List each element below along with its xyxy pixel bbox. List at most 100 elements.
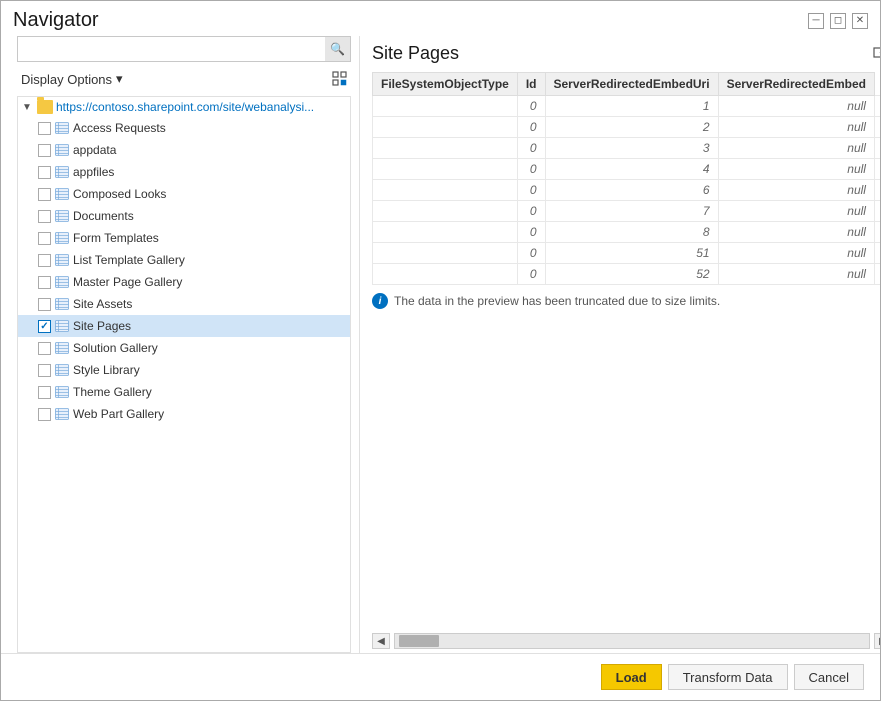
cancel-button[interactable]: Cancel: [794, 664, 864, 690]
maximize-button[interactable]: ◻: [830, 13, 846, 29]
tree-item-checkbox[interactable]: [38, 188, 51, 201]
window-title: Navigator: [13, 9, 99, 32]
display-options-button[interactable]: Display Options ▾: [17, 69, 127, 89]
scroll-thumb[interactable]: [399, 635, 439, 647]
left-panel: 🔍 Display Options ▾ ▼: [17, 36, 359, 653]
tree-item[interactable]: Site Assets: [18, 293, 350, 315]
cell-id-val: 0: [517, 117, 545, 138]
tree-item-checkbox[interactable]: [38, 210, 51, 223]
truncate-text: The data in the preview has been truncat…: [394, 294, 720, 308]
data-table-container: FileSystemObjectTypeId ServerRedirectedEm…: [372, 72, 880, 629]
tree-item-checkbox[interactable]: [38, 342, 51, 355]
transform-data-button[interactable]: Transform Data: [668, 664, 788, 690]
tree-item[interactable]: Master Page Gallery: [18, 271, 350, 293]
select-related-icon: [332, 71, 348, 87]
cell-server-embed: [874, 201, 880, 222]
table-header-row: FileSystemObjectTypeId ServerRedirectedEm…: [373, 73, 881, 96]
cell-server-uri: null: [718, 201, 874, 222]
cell-filesystem-type: [373, 201, 518, 222]
horizontal-scrollbar[interactable]: ◀ ▶: [372, 629, 880, 653]
cell-id-val: 0: [517, 138, 545, 159]
tree-item-checkbox[interactable]: [38, 320, 51, 333]
tree-item-label: Master Page Gallery: [73, 275, 182, 289]
cell-server-uri: null: [718, 243, 874, 264]
cell-server-uri: null: [718, 117, 874, 138]
list-icon: [54, 231, 70, 245]
tree-item-checkbox[interactable]: [38, 232, 51, 245]
minimize-button[interactable]: ─: [808, 13, 824, 29]
cell-id-val: 0: [517, 201, 545, 222]
tree-item[interactable]: Style Library: [18, 359, 350, 381]
scroll-right-button[interactable]: ▶: [874, 633, 880, 649]
tree-root-item[interactable]: ▼ https://contoso.sharepoint.com/site/we…: [18, 97, 350, 117]
tree-item-checkbox[interactable]: [38, 166, 51, 179]
cell-server-uri: null: [718, 159, 874, 180]
scroll-track[interactable]: [394, 633, 870, 649]
tree-item-checkbox[interactable]: [38, 122, 51, 135]
cell-server-uri: null: [718, 96, 874, 117]
tree-container[interactable]: ▼ https://contoso.sharepoint.com/site/we…: [17, 96, 351, 653]
cell-server-embed: [874, 222, 880, 243]
tree-item-checkbox[interactable]: [38, 144, 51, 157]
list-icon: [54, 187, 70, 201]
cell-id-num: 4: [545, 159, 718, 180]
tree-item[interactable]: Web Part Gallery: [18, 403, 350, 425]
tree-item[interactable]: Form Templates: [18, 227, 350, 249]
info-icon: i: [372, 293, 388, 309]
cell-filesystem-type: [373, 117, 518, 138]
cell-server-embed: [874, 264, 880, 285]
cell-id-val: 0: [517, 180, 545, 201]
tree-item-checkbox[interactable]: [38, 364, 51, 377]
load-button[interactable]: Load: [601, 664, 662, 690]
cell-server-embed: [874, 117, 880, 138]
tree-item-label: appfiles: [73, 165, 114, 179]
table-row: 03null: [373, 138, 881, 159]
search-input[interactable]: [17, 36, 351, 62]
tree-item[interactable]: Documents: [18, 205, 350, 227]
tree-item[interactable]: appfiles: [18, 161, 350, 183]
list-icon: [54, 253, 70, 267]
tree-item[interactable]: Composed Looks: [18, 183, 350, 205]
tree-item-label: Site Pages: [73, 319, 131, 333]
list-icon: [54, 143, 70, 157]
search-button[interactable]: 🔍: [325, 36, 351, 62]
tree-item[interactable]: Site Pages: [18, 315, 350, 337]
list-icon: [54, 121, 70, 135]
column-header-col2: Id: [517, 73, 545, 96]
column-header-col4: ServerRedirectedEmbed: [718, 73, 874, 96]
cell-filesystem-type: [373, 159, 518, 180]
table-row: 02null: [373, 117, 881, 138]
table-row: 06null: [373, 180, 881, 201]
tree-item-checkbox[interactable]: [38, 386, 51, 399]
tree-item[interactable]: Access Requests: [18, 117, 350, 139]
close-button[interactable]: ✕: [852, 13, 868, 29]
tree-item[interactable]: Solution Gallery: [18, 337, 350, 359]
tree-item[interactable]: Theme Gallery: [18, 381, 350, 403]
scroll-left-button[interactable]: ◀: [372, 633, 390, 649]
tree-item[interactable]: appdata: [18, 139, 350, 161]
cell-server-embed: [874, 180, 880, 201]
tree-item-checkbox[interactable]: [38, 276, 51, 289]
tree-item-label: List Template Gallery: [73, 253, 185, 267]
tree-item-checkbox[interactable]: [38, 254, 51, 267]
list-icon: [54, 341, 70, 355]
preview-expand-button[interactable]: [870, 42, 880, 64]
search-container: 🔍: [17, 36, 351, 62]
cell-id-val: 0: [517, 264, 545, 285]
select-related-button[interactable]: [329, 68, 351, 90]
table-row: 01null: [373, 96, 881, 117]
list-icon: [54, 407, 70, 421]
tree-item-checkbox[interactable]: [38, 408, 51, 421]
cell-id-num: 2: [545, 117, 718, 138]
tree-item-label: Form Templates: [73, 231, 159, 245]
column-header-col1: FileSystemObjectType: [373, 73, 518, 96]
list-icon: [54, 165, 70, 179]
cell-id-val: 0: [517, 159, 545, 180]
tree-item[interactable]: List Template Gallery: [18, 249, 350, 271]
preview-table: FileSystemObjectTypeId ServerRedirectedEm…: [372, 72, 880, 285]
cell-server-embed: [874, 159, 880, 180]
cell-filesystem-type: [373, 96, 518, 117]
tree-item-checkbox[interactable]: [38, 298, 51, 311]
cell-id-num: 8: [545, 222, 718, 243]
cell-id-num: 6: [545, 180, 718, 201]
